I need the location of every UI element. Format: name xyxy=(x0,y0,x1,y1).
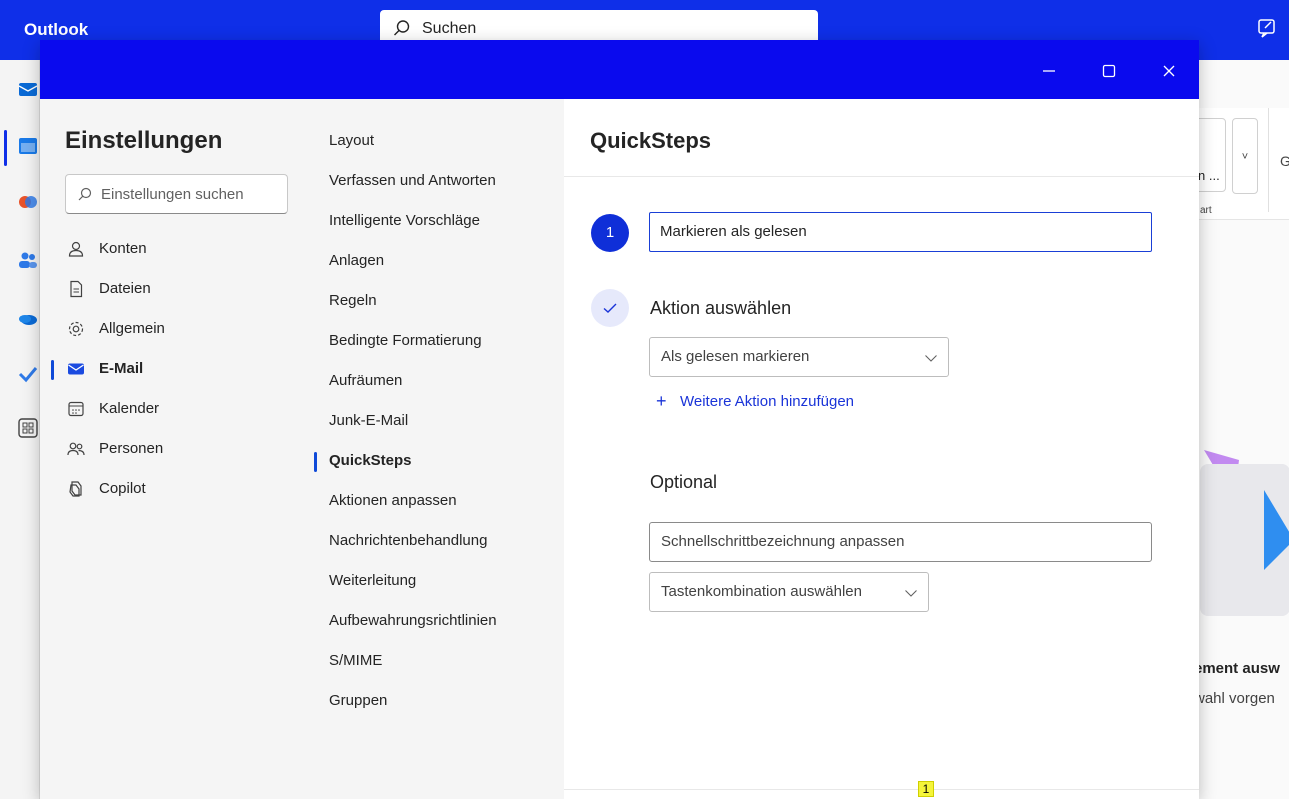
action-select[interactable]: Als gelesen markieren xyxy=(649,337,949,377)
onedrive-app-icon[interactable] xyxy=(18,308,38,328)
nav-selection-indicator xyxy=(51,360,54,380)
nav-item-kalender[interactable]: Kalender xyxy=(65,390,295,430)
ribbon-dropdown-button[interactable]: ˅ xyxy=(1232,118,1258,194)
people-app-icon[interactable] xyxy=(18,250,38,270)
mail-app-icon[interactable] xyxy=(18,78,38,98)
subnav-item-aufbewahrung[interactable]: Aufbewahrungsrichtlinien xyxy=(329,612,497,629)
subnav-item-layout[interactable]: Layout xyxy=(329,132,374,149)
maximize-icon xyxy=(1102,64,1116,78)
maximize-button[interactable] xyxy=(1095,57,1123,85)
subnav-item-anlagen[interactable]: Anlagen xyxy=(329,252,384,269)
panel-title: QuickSteps xyxy=(590,128,712,153)
quickstep-name-input[interactable]: Markieren als gelesen xyxy=(649,212,1152,252)
subnav-item-formatierung[interactable]: Bedingte Formatierung xyxy=(329,332,482,349)
mail-icon xyxy=(68,363,84,375)
subnav-item-verfassen[interactable]: Verfassen und Antworten xyxy=(329,172,496,189)
apps-icon[interactable] xyxy=(18,418,38,438)
search-icon xyxy=(394,20,410,36)
settings-dialog: Einstellungen Einstellungen suchen Konte… xyxy=(40,40,1199,799)
email-settings-subnav: Layout Verfassen und Antworten Intellige… xyxy=(313,99,564,799)
close-icon xyxy=(1163,65,1175,77)
subnav-item-junk[interactable]: Junk-E-Mail xyxy=(329,412,408,429)
panel-divider xyxy=(564,176,1199,177)
gear-icon xyxy=(68,321,84,337)
nav-item-label: Personen xyxy=(99,440,164,457)
document-icon xyxy=(70,280,83,298)
custom-label-input[interactable]: Schnellschrittbezeichnung anpassen xyxy=(649,522,1152,562)
subnav-selection-indicator xyxy=(314,452,317,472)
ribbon-group-label: art xyxy=(1200,205,1212,216)
subnav-item-gruppen[interactable]: Gruppen xyxy=(329,692,387,709)
add-action-label: Weitere Aktion hinzufügen xyxy=(680,393,855,410)
shortcut-select-value: Tastenkombination auswählen xyxy=(661,583,862,600)
search-icon xyxy=(78,187,92,201)
step-number-badge: 1 xyxy=(591,214,629,252)
marker-badge: 1 xyxy=(918,781,934,797)
rail-selection-indicator xyxy=(4,130,7,166)
calendar-app-icon[interactable] xyxy=(18,136,38,156)
empty-state-title: ement ausw xyxy=(1194,660,1280,677)
action-select-value: Als gelesen markieren xyxy=(661,348,810,365)
nav-item-label: E-Mail xyxy=(99,360,144,377)
nav-item-personen[interactable]: Personen xyxy=(65,430,295,470)
empty-state-subtitle: wahl vorgen xyxy=(1194,690,1275,707)
person-icon xyxy=(68,241,84,257)
subnav-item-quicksteps[interactable]: QuickSteps xyxy=(329,452,412,469)
subnav-item-smime[interactable]: S/MIME xyxy=(329,652,382,669)
nav-item-label: Dateien xyxy=(99,280,151,297)
nav-item-label: Kalender xyxy=(99,400,160,417)
ribbon-next-label: G xyxy=(1280,153,1289,169)
nav-item-email[interactable]: E-Mail xyxy=(65,350,295,390)
subnav-item-vorschlaege[interactable]: Intelligente Vorschläge xyxy=(329,212,480,229)
nav-item-konten[interactable]: Konten xyxy=(65,230,295,270)
settings-nav: Einstellungen Einstellungen suchen Konte… xyxy=(40,99,313,799)
plus-icon: + xyxy=(656,391,667,411)
app-rail xyxy=(0,60,40,799)
subnav-item-aktionen[interactable]: Aktionen anpassen xyxy=(329,492,457,509)
action-section-label: Aktion auswählen xyxy=(650,298,792,318)
nav-item-label: Konten xyxy=(99,240,147,257)
close-button[interactable] xyxy=(1155,57,1183,85)
people-icon xyxy=(67,442,85,456)
settings-title: Einstellungen xyxy=(65,127,223,154)
chevron-down-icon xyxy=(905,590,917,597)
nav-item-dateien[interactable]: Dateien xyxy=(65,270,295,310)
shortcut-select[interactable]: Tastenkombination auswählen xyxy=(649,572,929,612)
chevron-down-icon xyxy=(925,355,937,362)
minimize-button[interactable] xyxy=(1035,57,1063,85)
subnav-item-weiterleitung[interactable]: Weiterleitung xyxy=(329,572,416,589)
todo-app-icon[interactable] xyxy=(18,364,38,384)
copilot-icon xyxy=(69,481,82,497)
feedback-icon[interactable] xyxy=(1256,17,1278,39)
app-name: Outlook xyxy=(24,20,89,39)
nav-item-copilot[interactable]: Copilot xyxy=(65,470,295,510)
subnav-item-nachrichtenbehandlung[interactable]: Nachrichtenbehandlung xyxy=(329,532,487,549)
quicksteps-panel: QuickSteps 1 Markieren als gelesen Aktio… xyxy=(564,99,1199,799)
ribbon-button-label: n ... xyxy=(1198,168,1220,183)
footer-divider xyxy=(564,789,1199,790)
ribbon-divider xyxy=(1268,108,1269,212)
nav-item-label: Copilot xyxy=(99,480,146,497)
settings-search-placeholder: Einstellungen suchen xyxy=(101,186,244,203)
settings-search-input[interactable]: Einstellungen suchen xyxy=(65,174,288,214)
dialog-titlebar xyxy=(40,40,1199,99)
copilot-app-icon[interactable] xyxy=(18,192,38,212)
checkmark-icon xyxy=(603,303,617,313)
nav-item-label: Allgemein xyxy=(99,320,165,337)
nav-item-allgemein[interactable]: Allgemein xyxy=(65,310,295,350)
subnav-item-aufraeumen[interactable]: Aufräumen xyxy=(329,372,402,389)
search-placeholder: Suchen xyxy=(422,20,477,37)
subnav-item-regeln[interactable]: Regeln xyxy=(329,292,377,309)
minimize-icon xyxy=(1043,70,1055,72)
optional-section-label: Optional xyxy=(650,472,718,492)
calendar-icon xyxy=(68,401,84,417)
step-complete-indicator xyxy=(591,289,629,327)
empty-state-illustration xyxy=(1200,450,1289,616)
